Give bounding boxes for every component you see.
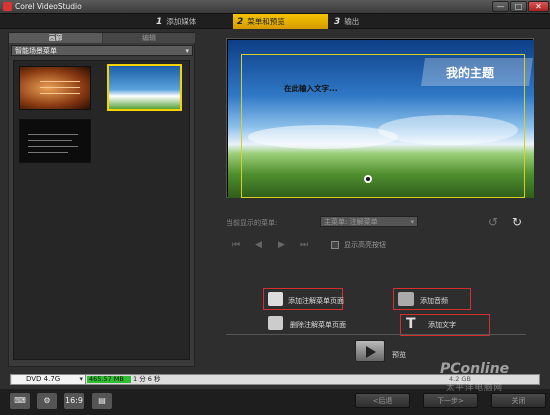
thumbnail-line [40,93,80,94]
close-window-button[interactable]: ✕ [528,1,549,12]
add-text-label[interactable]: 添加文字 [428,320,456,330]
step-number: 1 [156,17,163,27]
app-icon [3,2,12,11]
thumbnail-line [40,81,80,82]
disc-type-value: DVD 4.7G [26,375,61,383]
template-thumbnail-sky-selected[interactable] [107,64,182,111]
prev-page-icon[interactable]: ◀ [255,240,262,250]
minimize-button[interactable]: — [492,1,509,12]
close-button[interactable]: 关闭 [491,393,546,408]
template-category-select[interactable]: 智能场景菜单 ▾ [11,45,193,56]
thumbnail-line [40,87,80,88]
step-output[interactable]: 3 输出 [330,14,390,29]
chevron-down-icon: ▾ [185,47,189,55]
thumbnail-line [28,146,78,147]
step-number: 3 [334,17,341,27]
template-category-value: 智能场景菜单 [15,47,57,55]
step-label: 菜单和预览 [247,17,285,26]
delete-menu-label[interactable]: 删除注解菜单页面 [290,320,346,330]
disc-type-select[interactable]: DVD 4.7G ▾ [12,375,86,384]
print-icon[interactable]: ▤ [92,393,112,409]
preview-play-icon[interactable] [355,340,385,362]
chevron-down-icon: ▾ [410,218,414,226]
back-button[interactable]: <后退 [355,393,410,408]
chevron-down-icon: ▾ [79,375,83,383]
highlight-button-checkbox[interactable] [331,241,339,249]
current-menu-select[interactable]: 主菜单: 注解菜单 ▾ [320,216,418,227]
gear-icon[interactable]: ⚙ [37,393,57,409]
step-add-media[interactable]: 1 添加媒体 [152,14,232,29]
title-bar: Corel VideoStudio — □ ✕ [0,0,550,14]
step-label: 输出 [344,17,360,26]
text-tool-icon: T [406,316,416,332]
tab-edit[interactable]: 编辑 [103,33,195,43]
music-icon [398,292,414,306]
template-thumbnail-orange[interactable] [19,66,91,110]
last-page-icon[interactable]: ⏭ [300,240,308,250]
disc-duration-text: 1 分 6 秒 [133,375,161,383]
add-music-label[interactable]: 添加音频 [420,296,448,306]
next-button[interactable]: 下一步> [423,393,478,408]
keyboard-icon[interactable]: ⌨ [10,393,30,409]
next-page-icon[interactable]: ▶ [278,240,285,250]
thumbnail-line [28,152,68,153]
add-menu-icon [268,292,283,306]
template-gallery [13,60,190,360]
first-page-icon[interactable]: ⏮ [232,240,240,250]
step-menu-preview[interactable]: 2 菜单和预览 [233,14,328,29]
aspect-ratio-icon[interactable]: 16:9 [64,393,84,409]
play-triangle-icon [366,346,376,358]
maximize-button[interactable]: □ [510,1,527,12]
safe-area-frame [241,54,525,198]
step-number: 2 [237,17,244,27]
step-label: 添加媒体 [166,17,197,26]
step-bar: 1 添加媒体 2 菜单和预览 3 输出 [0,14,550,29]
disc-size-text: 465.57 MB [89,375,124,383]
template-thumbnail-black[interactable] [19,119,91,163]
thumbnail-line [28,134,78,135]
add-menu-label[interactable]: 添加注解菜单页面 [288,296,344,306]
preview-background[interactable]: 我的主题 在此输入文字... [228,40,534,198]
watermark-logo: PConline [440,361,510,377]
undo-icon[interactable]: ↺ [488,215,498,229]
template-panel: 画廊 编辑 智能场景菜单 ▾ [8,32,195,367]
highlight-button-label: 显示高亮按钮 [344,241,386,249]
preview-window: 我的主题 在此输入文字... [226,38,534,198]
window-title: Corel VideoStudio [15,2,82,11]
delete-menu-icon[interactable] [268,316,283,330]
tab-gallery[interactable]: 画廊 [9,33,102,43]
divider [226,334,526,335]
current-menu-label: 当前显示的菜单: [226,219,278,227]
redo-icon[interactable]: ↻ [512,215,522,229]
watermark-text: 太平洋电脑网 [446,383,504,393]
thumbnail-line [28,140,72,141]
preview-label[interactable]: 预览 [392,350,406,360]
current-menu-value: 主菜单: 注解菜单 [324,218,378,226]
